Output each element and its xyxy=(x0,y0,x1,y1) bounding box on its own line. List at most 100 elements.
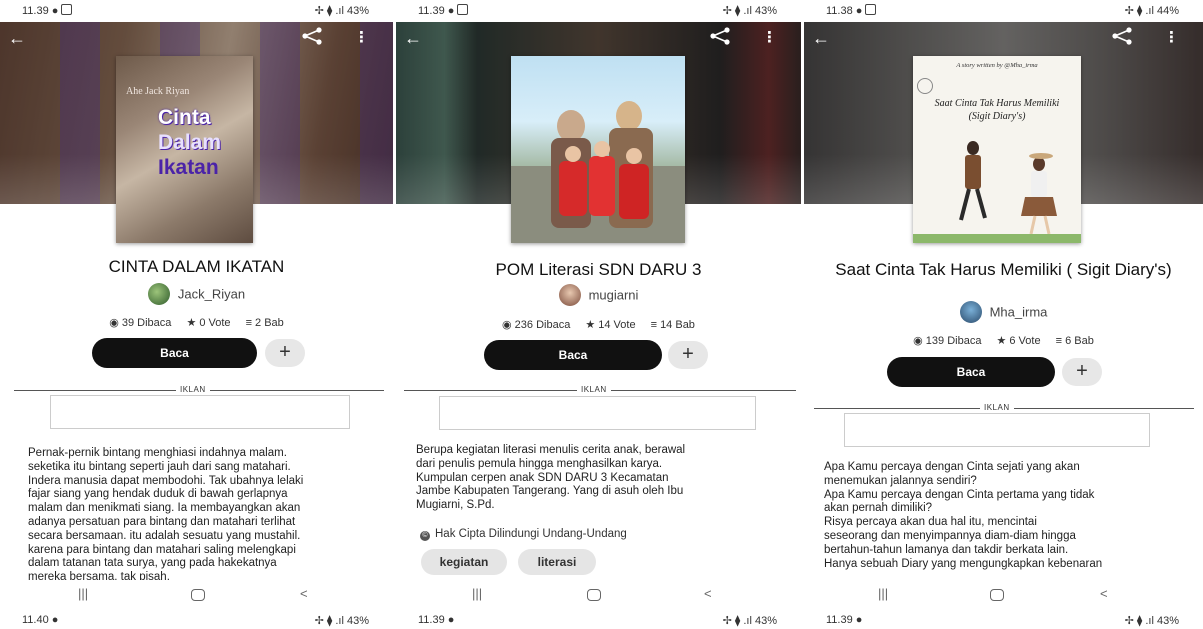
status-indicators: ✢ ⧫ .ıl 43% xyxy=(314,615,369,627)
share-icon[interactable] xyxy=(1111,27,1133,45)
story-title: Saat Cinta Tak Harus Memiliki ( Sigit Di… xyxy=(835,260,1172,279)
story-description: Berupa kegiatan literasi menulis cerita … xyxy=(416,444,686,512)
status-indicators: ✢ ⧫ .ıl 43% xyxy=(722,615,777,627)
status-bar: 11.39 ● ✢ ⧫ .ıl 43% xyxy=(396,0,801,22)
next-status-bar: 11.39 ● ✢ ⧫ .ıl 43% xyxy=(804,608,1203,629)
mic-icon: ● xyxy=(855,5,863,17)
notification-icon xyxy=(457,4,469,15)
ad-label: IKLAN xyxy=(577,385,611,394)
home-icon[interactable] xyxy=(191,589,205,601)
tag-chip[interactable]: kegiatan xyxy=(421,549,507,575)
cover-title-line-2: (Sigit Diary's) xyxy=(968,111,1026,122)
author-name: Mha_irma xyxy=(989,304,1048,320)
story-title: POM Literasi SDN DARU 3 xyxy=(495,260,702,279)
cover-illustration xyxy=(913,141,1081,243)
votes-count: 0 Vote xyxy=(199,317,231,329)
book-cover xyxy=(511,56,685,243)
book-cover: Ahe Jack Riyan Cinta Dalam Ikatan xyxy=(116,56,253,243)
status-indicators: ✢ ⧫ .ıl 43% xyxy=(722,5,777,17)
ad-slot[interactable] xyxy=(50,395,350,429)
more-options-icon[interactable]: ⋮ xyxy=(762,28,777,46)
cover-title-line-3: Ikatan xyxy=(158,156,219,179)
chapters-count: 6 Bab xyxy=(1065,335,1094,347)
reads-count: 236 Dibaca xyxy=(514,319,571,331)
cover-photo xyxy=(511,101,685,243)
share-icon[interactable] xyxy=(301,27,323,45)
reads-count: 139 Dibaca xyxy=(925,335,982,347)
author-link[interactable]: Mha_irma xyxy=(804,301,1203,323)
next-status-bar: 11.40 ● ✢ ⧫ .ıl 43% xyxy=(0,608,393,629)
story-stats: ◉ 139 Dibaca ★ 6 Vote ≡ 6 Bab xyxy=(804,334,1203,347)
copyright-text: Hak Cipta Dilindungi Undang-Undang xyxy=(435,528,627,540)
avatar xyxy=(147,283,170,305)
recent-apps-icon[interactable]: ||| xyxy=(472,586,482,601)
mic-icon: ● xyxy=(51,614,59,626)
story-description: Apa Kamu percaya dengan Cinta sejati yan… xyxy=(824,461,1103,570)
story-description: Pernak-pernik bintang menghiasi indahnya… xyxy=(28,447,304,580)
home-icon[interactable] xyxy=(587,589,601,601)
back-icon[interactable]: ← xyxy=(404,28,422,49)
ad-label: IKLAN xyxy=(176,385,210,394)
notification-icon xyxy=(61,4,73,15)
story-panel-3: 11.38 ● ✢ ⧫ .ıl 44% ← ⋮ A story written … xyxy=(804,0,1203,629)
eye-icon: ◉ xyxy=(913,335,923,347)
book-cover: A story written by @Mha_irma Saat Cinta … xyxy=(913,56,1081,243)
copyright-notice: © Hak Cipta Dilindungi Undang-Undang xyxy=(420,528,627,541)
add-to-library-button[interactable]: + xyxy=(668,341,708,369)
nav-back-icon[interactable]: < xyxy=(300,586,308,601)
read-button[interactable]: Baca xyxy=(484,340,662,370)
story-stats: ◉ 39 Dibaca ★ 0 Vote ≡ 2 Bab xyxy=(0,316,393,329)
author-name: mugiarni xyxy=(588,287,639,303)
list-icon: ≡ xyxy=(245,317,253,329)
more-options-icon[interactable]: ⋮ xyxy=(354,28,369,46)
read-button[interactable]: Baca xyxy=(92,338,257,368)
story-title: CINTA DALAM IKATAN xyxy=(108,257,285,276)
avatar xyxy=(558,284,581,306)
votes-count: 6 Vote xyxy=(1009,335,1041,347)
share-icon[interactable] xyxy=(709,27,731,45)
chapters-count: 2 Bab xyxy=(255,317,284,329)
avatar xyxy=(959,301,982,323)
recent-apps-icon[interactable]: ||| xyxy=(878,586,888,601)
nav-back-icon[interactable]: < xyxy=(704,586,712,601)
story-stats: ◉ 236 Dibaca ★ 14 Vote ≡ 14 Bab xyxy=(396,318,801,331)
cover-title-line-1: Saat Cinta Tak Harus Memiliki xyxy=(934,98,1060,109)
ad-slot[interactable] xyxy=(844,413,1150,447)
status-time: 11.39 xyxy=(826,614,853,626)
recent-apps-icon[interactable]: ||| xyxy=(78,586,88,601)
cover-byline: A story written by @Mha_irma xyxy=(956,62,1038,69)
back-icon[interactable]: ← xyxy=(8,28,26,49)
add-to-library-button[interactable]: + xyxy=(1062,358,1102,386)
more-options-icon[interactable]: ⋮ xyxy=(1164,28,1179,46)
story-panel-2: 11.39 ● ✢ ⧫ .ıl 43% ← ⋮ POM Literasi SDN… xyxy=(396,0,801,629)
mic-icon: ● xyxy=(51,5,59,17)
cover-badge-icon xyxy=(917,78,933,94)
eye-icon: ◉ xyxy=(502,319,512,331)
cover-title-line-2: Dalam xyxy=(158,131,222,154)
nav-back-icon[interactable]: < xyxy=(1100,586,1108,601)
votes-count: 14 Vote xyxy=(598,319,636,331)
status-indicators: ✢ ⧫ .ıl 43% xyxy=(1124,615,1179,627)
tag-chip[interactable]: literasi xyxy=(518,549,596,575)
author-link[interactable]: mugiarni xyxy=(396,284,801,306)
next-status-bar: 11.39 ● ✢ ⧫ .ıl 43% xyxy=(396,608,801,629)
list-icon: ≡ xyxy=(650,319,658,331)
status-time: 11.40 xyxy=(22,614,49,626)
star-icon: ★ xyxy=(996,335,1007,347)
star-icon: ★ xyxy=(585,319,596,331)
back-icon[interactable]: ← xyxy=(812,28,830,49)
eye-icon: ◉ xyxy=(109,317,119,329)
add-to-library-button[interactable]: + xyxy=(265,339,305,367)
story-panel-1: 11.39 ● ✢ ⧫ .ıl 43% ← ⋮ Ahe Jack Riyan C… xyxy=(0,0,393,629)
mic-icon: ● xyxy=(855,614,863,626)
android-nav-bar: ||| < xyxy=(0,580,393,608)
home-icon[interactable] xyxy=(990,589,1004,601)
author-name: Jack_Riyan xyxy=(177,286,246,302)
ad-slot[interactable] xyxy=(439,396,756,430)
read-button[interactable]: Baca xyxy=(887,357,1055,387)
status-time: 11.39 xyxy=(418,5,445,17)
status-bar: 11.38 ● ✢ ⧫ .ıl 44% xyxy=(804,0,1203,22)
author-link[interactable]: Jack_Riyan xyxy=(0,283,393,305)
cover-title-line-1: Cinta xyxy=(158,106,211,129)
android-nav-bar: ||| < xyxy=(804,580,1203,608)
